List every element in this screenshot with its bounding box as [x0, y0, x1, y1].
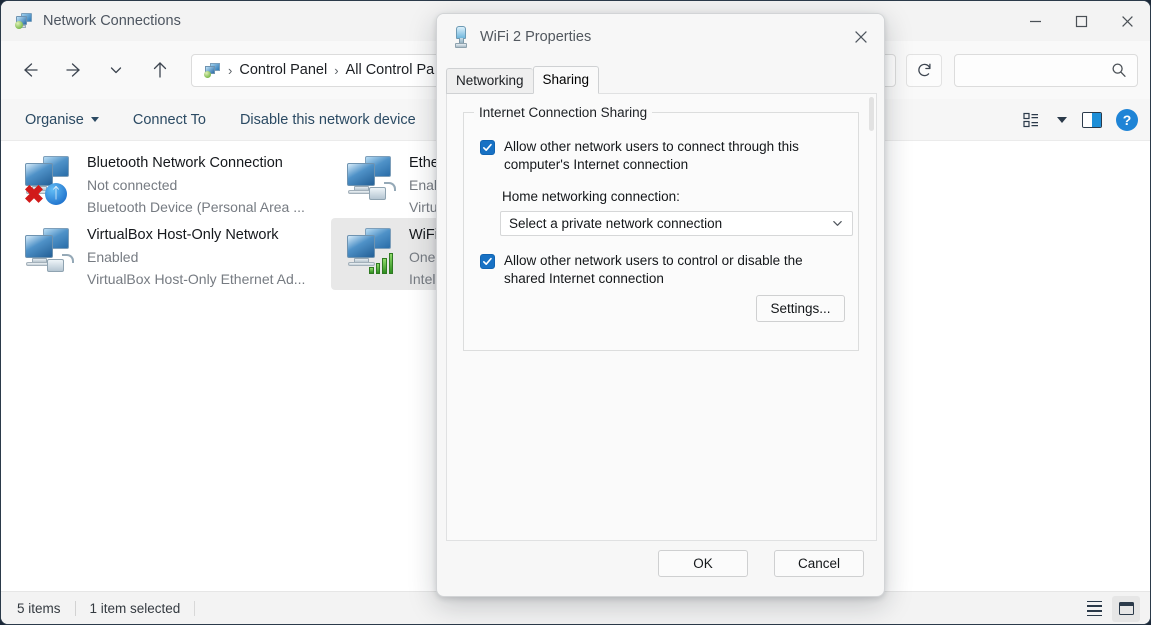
command-bar-right-group: ?	[1016, 99, 1150, 141]
red-x-icon: ✖	[23, 184, 45, 206]
network-connections-icon	[15, 12, 33, 30]
connection-name: VirtualBox Host-Only Network	[87, 224, 291, 246]
list-item-virtualbox-host-only-network[interactable]: VirtualBox Host-Only Network Enabled Vir…	[9, 218, 299, 290]
preview-pane-icon[interactable]	[1076, 105, 1108, 135]
network-connections-icon	[204, 62, 221, 79]
large-icons-view-icon[interactable]	[1112, 596, 1140, 622]
connection-status: Not connected	[87, 174, 291, 196]
tab-sharing[interactable]: Sharing	[533, 66, 600, 94]
allow-connect-label: Allow other network users to connect thr…	[504, 138, 840, 174]
connection-status: Enabled	[87, 246, 291, 268]
back-arrow-icon[interactable]	[13, 53, 47, 87]
tab-networking[interactable]: Networking	[446, 68, 533, 94]
layout-chevron-down-icon[interactable]	[1050, 105, 1074, 135]
dialog-close-icon[interactable]	[838, 14, 884, 60]
internet-connection-sharing-group: Internet Connection Sharing Allow other …	[463, 112, 859, 351]
connection-device: Bluetooth Device (Personal Area ...	[87, 196, 291, 218]
network-adapter-icon: ✖ ᛏ	[21, 154, 79, 206]
settings-button[interactable]: Settings...	[756, 295, 845, 322]
forward-arrow-icon[interactable]	[57, 53, 91, 87]
view-toggle-group	[1080, 592, 1140, 625]
allow-control-checkbox-row[interactable]: Allow other network users to control or …	[480, 252, 840, 288]
dialog-title-bar: WiFi 2 Properties	[437, 14, 884, 60]
caption-button-group	[1012, 1, 1150, 41]
disable-network-device-button[interactable]: Disable this network device	[230, 106, 426, 134]
breadcrumb-control-panel[interactable]: Control Panel	[239, 62, 327, 78]
tab-panel-scrollbar[interactable]	[868, 95, 875, 539]
help-button[interactable]: ?	[1116, 109, 1138, 131]
refresh-icon[interactable]	[906, 54, 942, 87]
scrollbar-thumb[interactable]	[869, 97, 874, 131]
minimize-button[interactable]	[1012, 1, 1058, 41]
dialog-tab-strip: Networking Sharing	[446, 69, 599, 94]
dialog-title: WiFi 2 Properties	[480, 29, 591, 45]
network-adapter-icon	[21, 226, 79, 278]
group-legend: Internet Connection Sharing	[474, 105, 652, 120]
status-selection-count: 1 item selected	[90, 601, 181, 616]
breadcrumb-separator: ›	[334, 63, 338, 78]
sharing-tab-panel: Internet Connection Sharing Allow other …	[446, 93, 877, 541]
connections-column-1: ✖ ᛏ Bluetooth Network Connection Not con…	[9, 146, 299, 290]
cancel-button[interactable]: Cancel	[774, 550, 864, 577]
search-box[interactable]	[954, 54, 1138, 87]
dialog-footer: OK Cancel	[437, 541, 884, 596]
allow-control-checkbox[interactable]	[480, 254, 495, 269]
network-adapter-icon	[343, 226, 401, 278]
allow-control-label: Allow other network users to control or …	[504, 252, 840, 288]
allow-connect-checkbox[interactable]	[480, 140, 495, 155]
breadcrumb-all-control-panel-items[interactable]: All Control Pa	[346, 62, 435, 78]
connection-device: VirtualBox Host-Only Ethernet Ad...	[87, 268, 291, 290]
allow-connect-checkbox-row[interactable]: Allow other network users to connect thr…	[480, 138, 840, 174]
chevron-down-icon	[831, 217, 844, 230]
close-button[interactable]	[1104, 1, 1150, 41]
status-divider	[194, 601, 195, 616]
layout-list-icon[interactable]	[1016, 105, 1048, 135]
rj45-badge-icon	[47, 254, 74, 274]
details-view-icon[interactable]	[1080, 596, 1108, 622]
status-item-count: 5 items	[17, 601, 61, 616]
home-networking-connection-value: Select a private network connection	[509, 216, 831, 231]
connect-to-button[interactable]: Connect To	[123, 106, 216, 134]
home-networking-connection-label: Home networking connection:	[502, 189, 680, 204]
rj45-badge-icon	[369, 182, 396, 202]
network-adapter-icon	[343, 154, 401, 206]
connection-name: Bluetooth Network Connection	[87, 152, 291, 174]
ok-button[interactable]: OK	[658, 550, 748, 577]
window-title: Network Connections	[43, 13, 181, 29]
wifi-properties-dialog: WiFi 2 Properties Networking Sharing Int…	[436, 13, 885, 597]
search-icon	[1111, 55, 1127, 86]
search-input[interactable]	[955, 55, 1105, 86]
wifi-signal-badge-icon	[369, 250, 397, 274]
status-divider	[75, 601, 76, 616]
breadcrumb-separator: ›	[228, 63, 232, 78]
bluetooth-badge-icon: ᛏ	[45, 183, 67, 205]
organise-menu-button[interactable]: Organise	[15, 106, 109, 134]
maximize-button[interactable]	[1058, 1, 1104, 41]
up-arrow-icon[interactable]	[143, 53, 177, 87]
chevron-down-icon	[91, 117, 99, 122]
network-adapter-properties-icon	[453, 26, 469, 48]
list-item-bluetooth-network-connection[interactable]: ✖ ᛏ Bluetooth Network Connection Not con…	[9, 146, 299, 218]
home-networking-connection-select[interactable]: Select a private network connection	[500, 211, 853, 236]
organise-label: Organise	[25, 112, 84, 128]
recent-locations-chevron-down-icon[interactable]	[99, 53, 133, 87]
